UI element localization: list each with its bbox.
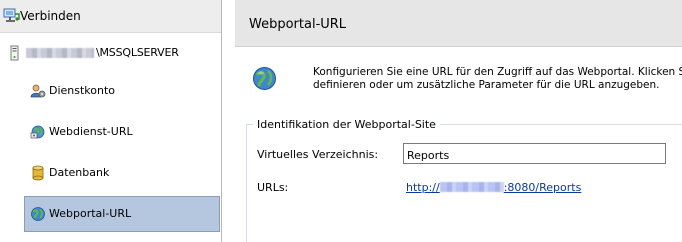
database-icon: [30, 165, 46, 181]
connect-label: Verbinden: [20, 9, 81, 23]
web-portal-globe-icon: [30, 206, 46, 222]
nav-item-webdienst-url[interactable]: Webdienst-URL: [24, 114, 220, 150]
virtual-directory-label: Virtuelles Verzeichnis:: [257, 148, 379, 161]
nav-item-webportal-url[interactable]: Webportal-URL: [24, 196, 220, 232]
nav-item-label: Dienstkonto: [49, 84, 116, 97]
reporting-services-config-window: Verbinden \MSSQLSERVER Dienstkonto Webdi…: [0, 0, 682, 242]
description-line-2: definieren oder um zusätzliche Parameter…: [313, 79, 660, 91]
webportal-url-link[interactable]: http:// :8080/Reports: [406, 181, 581, 194]
service-account-icon: [30, 83, 46, 99]
url-prefix: http://: [406, 181, 440, 194]
nav-item-label: Webdienst-URL: [49, 125, 133, 138]
navigation-pane: Verbinden \MSSQLSERVER Dienstkonto Webdi…: [0, 0, 222, 242]
redacted-server-name: [26, 48, 94, 58]
server-icon: [10, 45, 20, 61]
page-description: Konfigurieren Sie eine URL für den Zugri…: [313, 66, 682, 92]
nav-item-label: Datenbank: [49, 166, 110, 179]
content-pane: Webportal-URL Konfigurieren Sie eine URL…: [235, 0, 682, 242]
web-service-url-icon: [30, 124, 46, 140]
connect-button[interactable]: Verbinden: [0, 0, 221, 33]
nav-item-datenbank[interactable]: Datenbank: [24, 155, 220, 191]
globe-icon: [252, 66, 277, 91]
server-instance-name: \MSSQLSERVER: [96, 46, 179, 59]
page-header: Webportal-URL: [235, 0, 682, 47]
nav-item-dienstkonto[interactable]: Dienstkonto: [24, 73, 220, 109]
description-line-1: Konfigurieren Sie eine URL für den Zugri…: [313, 66, 682, 78]
nav-item-label: Webportal-URL: [49, 207, 132, 220]
redacted-host: [439, 182, 504, 192]
virtual-directory-input[interactable]: [403, 143, 666, 164]
page-title: Webportal-URL: [249, 17, 347, 32]
urls-label: URLs:: [257, 181, 289, 194]
url-suffix: :8080/Reports: [503, 181, 582, 194]
identification-group-title: Identifikation der Webportal-Site: [253, 118, 440, 131]
